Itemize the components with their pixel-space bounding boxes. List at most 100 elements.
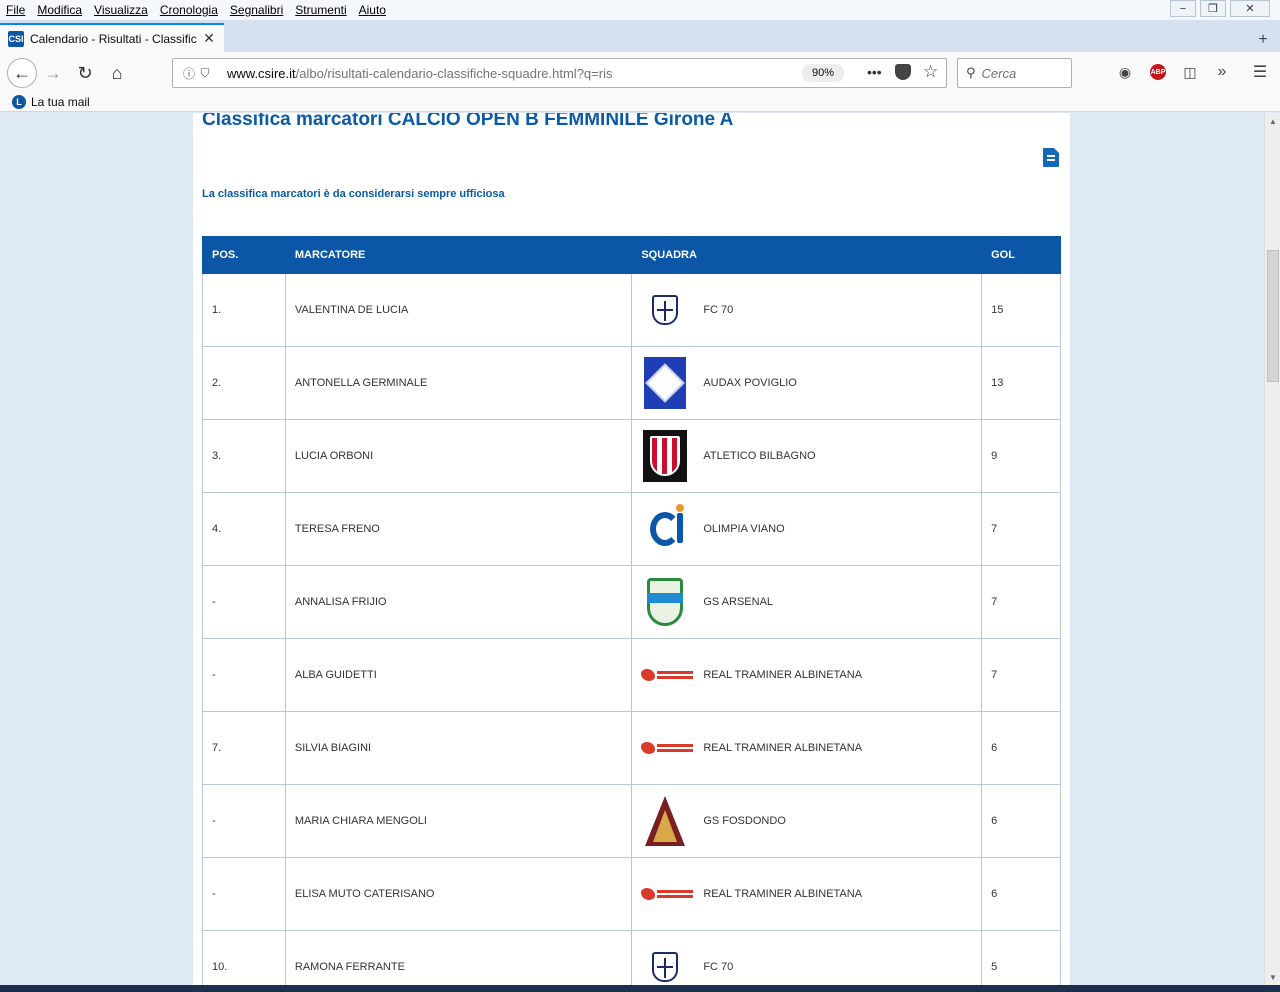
scroll-thumb[interactable] — [1267, 250, 1279, 382]
search-input[interactable]: ⚲ Cerca — [957, 58, 1072, 88]
team-name: GS FOSDONDO — [703, 815, 786, 827]
cell-squadra: REAL TRAMINER ALBINETANA — [631, 638, 983, 712]
menu-file[interactable]: File — [0, 3, 31, 17]
cell-gol: 5 — [981, 930, 1061, 985]
cell-gol: 7 — [981, 492, 1061, 566]
new-tab-button[interactable]: + — [1254, 31, 1272, 49]
url-text[interactable]: www.csire.it/albo/risultati-calendario-c… — [227, 66, 612, 81]
team-logo-csi-icon — [641, 501, 689, 557]
cell-squadra: GS ARSENAL — [631, 565, 983, 639]
cell-pos: 7. — [202, 711, 286, 785]
table-row: 3. LUCIA ORBONI ATLETICO BILBAGNO 9 — [202, 419, 1061, 493]
cell-pos: 2. — [202, 346, 286, 420]
table-body: 1. VALENTINA DE LUCIA FC 70 15 2. ANTONELLA G… — [202, 273, 1061, 985]
content-panel: Classifica marcatori CALCIO OPEN B FEMMI… — [193, 113, 1070, 985]
restore-button[interactable]: ❐ — [1200, 0, 1226, 17]
table-row: 10. RAMONA FERRANTE FC 70 5 — [202, 930, 1061, 985]
overflow-chevron-icon[interactable]: » — [1211, 61, 1233, 83]
url-bar[interactable]: ⓘ ⛉ www.csire.it/albo/risultati-calendar… — [172, 58, 947, 88]
os-taskbar — [0, 985, 1280, 992]
menu-modifica[interactable]: Modifica — [31, 3, 88, 17]
cell-gol: 9 — [981, 419, 1061, 493]
bookmark-la-tua-mail[interactable]: La tua mail — [31, 95, 90, 109]
header-marcatore: MARCATORE — [284, 236, 633, 274]
cell-pos: 3. — [202, 419, 286, 493]
table-header-row: POS. MARCATORE SQUADRA GOL — [202, 236, 1061, 274]
zoom-badge[interactable]: 90% — [802, 64, 844, 82]
minimize-button[interactable]: − — [1170, 0, 1196, 17]
cell-gol: 6 — [981, 857, 1061, 931]
tab-active[interactable]: CSI Calendario - Risultati - Classific ✕ — [0, 23, 224, 52]
team-name: REAL TRAMINER ALBINETANA — [703, 888, 863, 900]
menu-aiuto[interactable]: Aiuto — [353, 3, 392, 17]
sidebar-icon[interactable]: ◫ — [1179, 61, 1201, 83]
cell-gol: 7 — [981, 638, 1061, 712]
cell-gol: 6 — [981, 784, 1061, 858]
page-actions-icon[interactable]: ••• — [867, 64, 882, 80]
header-pos: POS. — [202, 236, 286, 274]
mail-icon: L — [12, 94, 26, 109]
scroll-down-arrow-icon[interactable]: ▼ — [1265, 969, 1280, 985]
table-row: 2. ANTONELLA GERMINALE AUDAX POVIGLIO 13 — [202, 346, 1061, 420]
team-name: FC 70 — [703, 961, 734, 973]
hamburger-menu-icon[interactable]: ☰ — [1249, 61, 1271, 83]
cell-pos: - — [202, 857, 286, 931]
cell-marcatore: MARIA CHIARA MENGOLI — [284, 784, 633, 858]
document-icon[interactable] — [1043, 148, 1059, 167]
team-name: REAL TRAMINER ALBINETANA — [703, 742, 863, 754]
bookmarks-bar: L La tua mail — [0, 92, 1280, 112]
window-controls: − ❐ ✕ — [1170, 0, 1270, 20]
back-button[interactable]: ← — [7, 58, 37, 88]
team-logo-real-icon — [641, 647, 694, 703]
team-name: OLIMPIA VIANO — [703, 523, 785, 535]
search-placeholder: Cerca — [981, 65, 1017, 81]
cell-pos: 4. — [202, 492, 286, 566]
team-name: FC 70 — [703, 304, 734, 316]
table-row: - MARIA CHIARA MENGOLI GS FOSDONDO 6 — [202, 784, 1061, 858]
scroll-up-arrow-icon[interactable]: ▲ — [1265, 113, 1280, 129]
cell-squadra: AUDAX POVIGLIO — [631, 346, 983, 420]
cell-squadra: REAL TRAMINER ALBINETANA — [631, 857, 983, 931]
vertical-scrollbar[interactable]: ▲ ▼ — [1264, 113, 1280, 985]
menu-strumenti[interactable]: Strumenti — [289, 3, 352, 17]
search-icon: ⚲ — [966, 65, 976, 80]
notice-text: La classifica marcatori è da considerars… — [202, 188, 505, 200]
pocket-icon[interactable] — [895, 64, 911, 80]
page-title: Classifica marcatori CALCIO OPEN B FEMMI… — [202, 113, 734, 130]
shield-icon[interactable]: ⛉ — [197, 66, 213, 81]
forward-button[interactable]: → — [40, 60, 66, 86]
cell-pos: - — [202, 784, 286, 858]
reload-button[interactable]: ↻ — [72, 60, 98, 86]
tracking-eye-icon[interactable]: ◉ — [1114, 61, 1136, 83]
team-logo-fc70-icon — [641, 939, 689, 985]
info-icon[interactable]: ⓘ — [181, 65, 197, 82]
tab-bar: CSI Calendario - Risultati - Classific ✕ — [0, 20, 1280, 52]
url-host: www.csire.it — [227, 65, 296, 81]
menu-cronologia[interactable]: Cronologia — [154, 3, 224, 17]
close-window-button[interactable]: ✕ — [1230, 0, 1270, 17]
home-button[interactable]: ⌂ — [104, 60, 130, 86]
tab-close-icon[interactable]: ✕ — [202, 30, 216, 47]
cell-squadra: FC 70 — [631, 273, 983, 347]
cell-marcatore: LUCIA ORBONI — [284, 419, 633, 493]
cell-marcatore: ALBA GUIDETTI — [284, 638, 633, 712]
menu-visualizza[interactable]: Visualizza — [88, 3, 154, 17]
team-name: GS ARSENAL — [703, 596, 774, 608]
menu-segnalibri[interactable]: Segnalibri — [224, 3, 289, 17]
adblock-icon[interactable]: ABP — [1150, 64, 1166, 80]
csi-favicon-icon: CSI — [8, 30, 24, 47]
bookmark-star-icon[interactable]: ☆ — [923, 62, 938, 82]
header-gol: GOL — [981, 236, 1061, 274]
cell-squadra: REAL TRAMINER ALBINETANA — [631, 711, 983, 785]
table-row: - ALBA GUIDETTI REAL TRAMINER ALBINETANA 7 — [202, 638, 1061, 712]
cell-marcatore: VALENTINA DE LUCIA — [284, 273, 633, 347]
cell-squadra: GS FOSDONDO — [631, 784, 983, 858]
cell-marcatore: TERESA FRENO — [284, 492, 633, 566]
team-name: AUDAX POVIGLIO — [703, 377, 797, 389]
cell-marcatore: RAMONA FERRANTE — [284, 930, 633, 985]
table-row: 7. SILVIA BIAGINI REAL TRAMINER ALBINETANA… — [202, 711, 1061, 785]
table-row: - ANNALISA FRIJIO GS ARSENAL 7 — [202, 565, 1061, 639]
cell-squadra: ATLETICO BILBAGNO — [631, 419, 983, 493]
cell-marcatore: ANNALISA FRIJIO — [284, 565, 633, 639]
url-path: /albo/risultati-calendario-classifiche-s… — [295, 65, 613, 81]
